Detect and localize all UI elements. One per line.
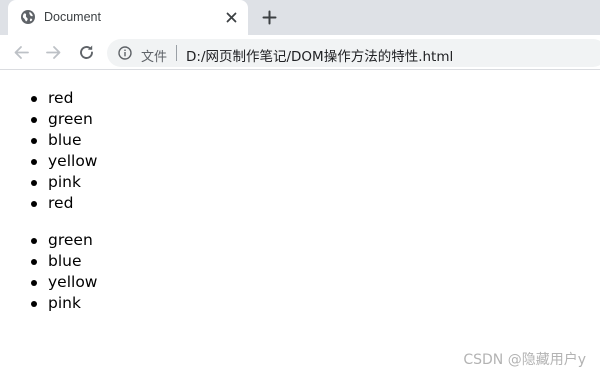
reload-icon[interactable]	[77, 43, 96, 62]
list-item: red	[30, 88, 97, 109]
info-icon[interactable]	[118, 46, 132, 60]
list-item: pink	[30, 293, 97, 314]
list-item: blue	[30, 130, 97, 151]
list-item: pink	[30, 172, 97, 193]
list-item: blue	[30, 251, 97, 272]
list-item: green	[30, 109, 97, 130]
arrow-right-icon[interactable]	[44, 43, 63, 62]
plus-icon[interactable]	[260, 8, 279, 27]
close-icon[interactable]	[223, 9, 240, 26]
list-item: green	[30, 230, 97, 251]
browser-toolbar: 文件 D:/网页制作笔记/DOM操作方法的特性.html	[0, 35, 600, 70]
tab-document[interactable]: Document	[8, 0, 248, 35]
item-list-1: red green blue yellow pink red	[30, 88, 98, 214]
list-item: red	[30, 193, 97, 214]
page-content: red green blue yellow pink red green blu…	[0, 71, 600, 379]
watermark: CSDN @隐藏用户y	[463, 352, 586, 368]
list-item: yellow	[30, 152, 98, 170]
address-bar[interactable]: 文件 D:/网页制作笔记/DOM操作方法的特性.html	[107, 39, 600, 67]
url-text[interactable]: D:/网页制作笔记/DOM操作方法的特性.html	[186, 45, 453, 65]
address-scheme-label: 文件	[141, 50, 168, 65]
tab-strip: Document	[0, 0, 600, 35]
tab-title: Document	[44, 10, 101, 24]
arrow-left-icon[interactable]	[12, 43, 31, 62]
globe-icon	[21, 10, 35, 24]
list-item: yellow	[30, 273, 98, 291]
item-list-2: green blue yellow pink	[30, 230, 98, 314]
address-divider	[176, 45, 177, 61]
